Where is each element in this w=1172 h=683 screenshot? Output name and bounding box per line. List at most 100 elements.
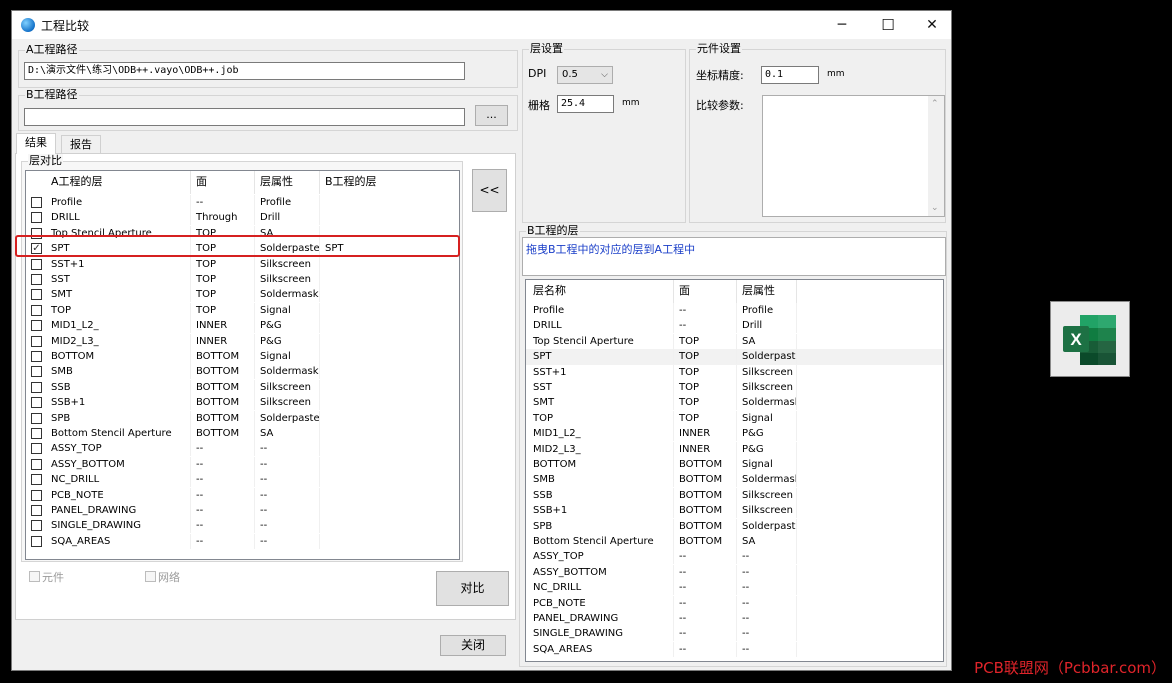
col-side[interactable]: 面 — [191, 171, 255, 194]
row-checkbox[interactable] — [31, 366, 42, 378]
maximize-button[interactable]: ☐ — [865, 11, 911, 39]
b-layer-cell — [320, 534, 459, 549]
table-row[interactable]: ASSY_BOTTOM -- -- — [26, 456, 459, 472]
col-a-layer[interactable]: A工程的层 — [46, 171, 191, 194]
grid-input[interactable]: 25.4 — [557, 95, 614, 113]
b-layer-cell — [320, 318, 459, 333]
a-path-input[interactable]: D:\演示文件\练习\ODB++.vayo\ODB++.job — [24, 62, 465, 80]
b-path-input[interactable] — [24, 108, 465, 126]
dpi-select[interactable]: 0.5 ⌵ — [557, 66, 613, 84]
row-checkbox[interactable] — [31, 458, 42, 470]
excel-app-icon[interactable]: X — [1050, 301, 1130, 377]
close-window-button[interactable]: ✕ — [909, 11, 955, 39]
list-item[interactable]: DRILL -- Drill — [526, 318, 943, 334]
list-item[interactable]: SSB BOTTOM Silkscreen — [526, 487, 943, 503]
table-row[interactable]: SMB BOTTOM Soldermask — [26, 364, 459, 380]
row-checkbox[interactable] — [31, 274, 42, 285]
close-button[interactable]: 关闭 — [440, 635, 506, 656]
table-row[interactable]: SINGLE_DRAWING -- -- — [26, 518, 459, 534]
list-item[interactable]: Profile -- Profile — [526, 303, 943, 318]
table-row[interactable]: SMT TOP Soldermask — [26, 287, 459, 303]
list-item[interactable]: ASSY_TOP -- -- — [526, 549, 943, 565]
scroll-up-icon[interactable]: ⌃ — [931, 99, 939, 109]
col-layer-name[interactable]: 层名称 — [526, 280, 674, 303]
table-row[interactable]: SPB BOTTOM Solderpaste — [26, 410, 459, 426]
table-row[interactable]: NC_DRILL -- -- — [26, 472, 459, 488]
b-layers-list[interactable]: 层名称 面 层属性 Profile -- Profile DRILL -- Drill To… — [525, 279, 944, 662]
row-checkbox[interactable] — [31, 535, 42, 547]
col-b-side[interactable]: 面 — [674, 280, 737, 303]
row-checkbox[interactable] — [31, 443, 42, 455]
row-checkbox[interactable] — [31, 197, 42, 208]
list-item[interactable]: SINGLE_DRAWING -- -- — [526, 626, 943, 642]
b-name-cell: DRILL — [526, 318, 674, 334]
row-checkbox[interactable] — [31, 335, 42, 347]
table-row[interactable]: SSB BOTTOM Silkscreen — [26, 379, 459, 395]
table-row[interactable]: PCB_NOTE -- -- — [26, 487, 459, 503]
list-item[interactable]: BOTTOM BOTTOM Signal — [526, 457, 943, 472]
tab-result[interactable]: 结果 — [16, 133, 56, 154]
layer-compare-list[interactable]: A工程的层 面 层属性 B工程的层 Profile -- Profile DRILL T… — [25, 170, 460, 560]
precision-input[interactable]: 0.1 — [761, 66, 819, 84]
list-item[interactable]: SST+1 TOP Silkscreen — [526, 364, 943, 380]
list-item[interactable]: NC_DRILL -- -- — [526, 580, 943, 596]
list-item[interactable]: SQA_AREAS -- -- — [526, 641, 943, 657]
row-checkbox[interactable] — [31, 351, 42, 362]
table-row[interactable]: SST+1 TOP Silkscreen — [26, 256, 459, 272]
list-item[interactable]: PANEL_DRAWING -- -- — [526, 611, 943, 626]
table-row[interactable]: Bottom Stencil Aperture BOTTOM SA — [26, 426, 459, 441]
map-layer-button[interactable]: << — [472, 169, 507, 212]
col-attr[interactable]: 层属性 — [255, 171, 320, 194]
row-checkbox[interactable] — [31, 289, 42, 301]
row-checkbox[interactable] — [31, 212, 42, 224]
compare-button[interactable]: 对比 — [436, 571, 509, 606]
row-checkbox[interactable] — [31, 520, 42, 532]
table-row[interactable]: ASSY_TOP -- -- — [26, 441, 459, 457]
list-item[interactable]: Top Stencil Aperture TOP SA — [526, 333, 943, 349]
list-item[interactable]: MID2_L3_ INNER P&G — [526, 441, 943, 457]
table-row[interactable]: MID1_L2_ INNER P&G — [26, 318, 459, 334]
list-item[interactable]: SST TOP Silkscreen — [526, 380, 943, 395]
row-checkbox[interactable] — [31, 397, 42, 409]
list-item[interactable]: SMT TOP Soldermask — [526, 395, 943, 411]
row-checkbox[interactable] — [31, 412, 42, 424]
table-row[interactable]: Profile -- Profile — [26, 195, 459, 210]
title-bar[interactable]: 工程比较 ─ ☐ ✕ — [12, 11, 951, 39]
list-item[interactable]: ASSY_BOTTOM -- -- — [526, 564, 943, 580]
table-row[interactable]: PANEL_DRAWING -- -- — [26, 503, 459, 518]
table-row[interactable]: DRILL Through Drill — [26, 210, 459, 226]
list-item[interactable]: Bottom Stencil Aperture BOTTOM SA — [526, 534, 943, 549]
row-checkbox[interactable] — [31, 428, 42, 439]
table-row[interactable]: SSB+1 BOTTOM Silkscreen — [26, 395, 459, 411]
a-layer-cell: SSB — [46, 379, 191, 395]
component-checkbox[interactable] — [29, 571, 40, 582]
row-checkbox[interactable] — [31, 505, 42, 516]
table-row[interactable]: BOTTOM BOTTOM Signal — [26, 349, 459, 364]
row-checkbox[interactable] — [31, 381, 42, 393]
list-item[interactable]: MID1_L2_ INNER P&G — [526, 426, 943, 442]
list-item[interactable]: SMB BOTTOM Soldermask — [526, 472, 943, 488]
scroll-down-icon[interactable]: ⌄ — [931, 203, 939, 213]
row-checkbox[interactable] — [31, 258, 42, 270]
minimize-button[interactable]: ─ — [819, 11, 865, 39]
browse-button[interactable]: ... — [475, 105, 508, 126]
list-item[interactable]: TOP TOP Signal — [526, 410, 943, 426]
row-checkbox[interactable] — [31, 474, 42, 486]
list-item[interactable]: PCB_NOTE -- -- — [526, 595, 943, 611]
list-item[interactable]: SPB BOTTOM Solderpaste — [526, 518, 943, 534]
table-row[interactable]: SST TOP Silkscreen — [26, 272, 459, 287]
table-row[interactable]: MID2_L3_ INNER P&G — [26, 333, 459, 349]
list-item[interactable]: SPT TOP Solderpaste — [526, 349, 943, 365]
row-checkbox[interactable] — [31, 304, 42, 316]
row-checkbox[interactable] — [31, 320, 42, 332]
net-checkbox[interactable] — [145, 571, 156, 582]
params-textarea[interactable]: ⌃ ⌄ — [762, 95, 945, 217]
tab-report[interactable]: 报告 — [61, 135, 101, 154]
table-row[interactable]: TOP TOP Signal — [26, 302, 459, 318]
row-checkbox[interactable] — [31, 489, 42, 501]
list-item[interactable]: SSB+1 BOTTOM Silkscreen — [526, 503, 943, 519]
col-b-layer[interactable]: B工程的层 — [320, 171, 459, 194]
params-scrollbar[interactable]: ⌃ ⌄ — [928, 96, 944, 216]
table-row[interactable]: SQA_AREAS -- -- — [26, 533, 459, 549]
col-b-attr[interactable]: 层属性 — [737, 280, 797, 303]
